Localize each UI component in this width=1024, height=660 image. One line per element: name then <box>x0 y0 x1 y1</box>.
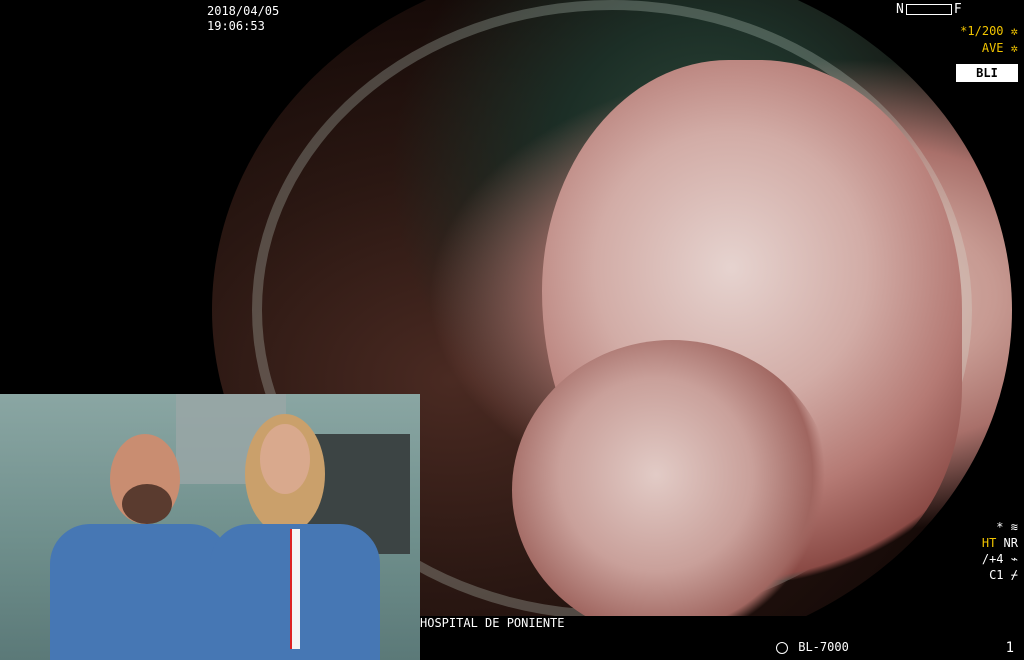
polyp-lesion-lower <box>512 340 832 640</box>
sun-icon <box>776 641 788 654</box>
scrubs <box>50 524 230 660</box>
shutter-text: *1/200 <box>960 24 1004 38</box>
slider-bar <box>905 4 952 15</box>
lanyard <box>290 529 300 649</box>
slider-left-label: N <box>896 2 904 17</box>
gear-icon: ✲ <box>1010 41 1018 55</box>
slider-right-label: F <box>953 2 962 17</box>
ave-indicator: AVE ✲ <box>982 41 1018 55</box>
curve-icon: ⌁ <box>1010 552 1018 566</box>
shutter-indicator: *1/200 ✲ <box>960 24 1018 38</box>
gear-icon: ✲ <box>1010 24 1018 38</box>
mode-badge: BLI <box>956 64 1018 82</box>
status-line-3: /+4 ⌁ <box>981 552 1018 566</box>
wave-icon: ≋ <box>1010 520 1018 534</box>
device-text: BL-7000 <box>798 640 849 654</box>
processor-status: * ≋ HT NR /+4 ⌁ C1 ⌿ <box>982 519 1018 583</box>
slash-icon: ⌿ <box>1010 568 1018 582</box>
time-text: 19:06:53 <box>207 19 265 33</box>
status-line-2: HT NR <box>981 536 1018 550</box>
operator-video-pip <box>0 394 420 660</box>
nf-slider: N F <box>896 2 962 17</box>
beard <box>122 484 172 524</box>
doctor-female <box>210 414 400 660</box>
hospital-name: HOSPITAL DE PONIENTE <box>420 616 1024 660</box>
status-line-4: C1 ⌿ <box>989 568 1018 582</box>
date-text: 2018/04/05 <box>207 4 280 18</box>
timestamp: 2018/04/05 19:06:53 <box>207 4 279 34</box>
device-label: BL-7000 <box>776 640 849 654</box>
doctor-male <box>40 434 230 660</box>
page-number: 1 <box>1005 640 1014 656</box>
ave-text: AVE <box>981 41 1004 55</box>
face <box>260 424 310 494</box>
status-line-1: * ≋ <box>996 520 1018 534</box>
